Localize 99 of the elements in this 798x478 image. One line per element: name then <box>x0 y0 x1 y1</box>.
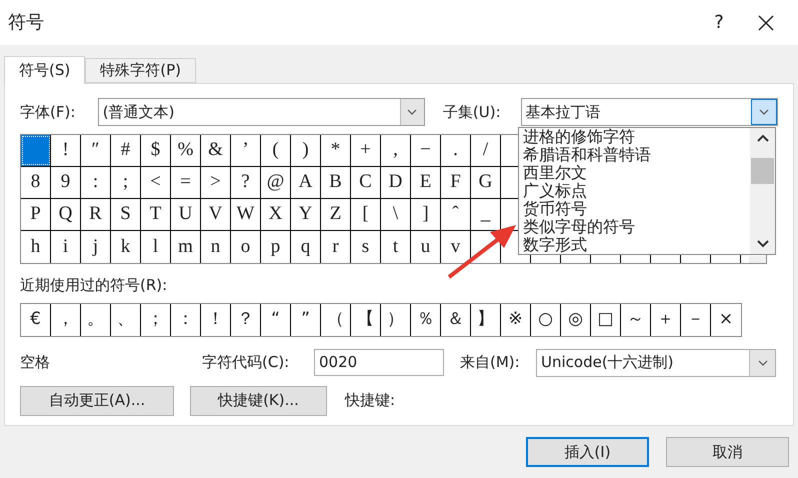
symbol-cell[interactable]: U <box>171 199 201 230</box>
symbol-cell[interactable]: ( <box>261 135 291 166</box>
symbol-cell[interactable]: Q <box>51 199 81 230</box>
symbol-cell[interactable]: W <box>231 199 261 230</box>
symbol-cell[interactable]: / <box>471 135 501 166</box>
symbol-cell[interactable]: < <box>141 167 171 198</box>
symbol-cell[interactable]: + <box>351 135 381 166</box>
symbol-cell[interactable]: % <box>171 135 201 166</box>
symbol-cell[interactable]: m <box>171 231 201 263</box>
symbol-cell[interactable]: ] <box>411 199 441 230</box>
scrollbar[interactable] <box>749 256 766 263</box>
chevron-down-icon[interactable] <box>756 240 768 248</box>
symbol-cell[interactable]: = <box>171 167 201 198</box>
symbol-cell[interactable]: P <box>21 199 51 230</box>
subset-option[interactable]: 货币符号 <box>523 200 587 218</box>
help-button[interactable]: ? <box>696 9 742 36</box>
symbol-cell[interactable]: p <box>261 231 291 263</box>
symbol-cell[interactable]: B <box>321 167 351 198</box>
tab[interactable]: 符号(S) <box>4 56 86 84</box>
symbol-cell[interactable]: ; <box>111 167 141 198</box>
symbol-cell[interactable]: [ <box>351 199 381 230</box>
symbol-cell[interactable]: E <box>411 167 441 198</box>
symbol-cell[interactable]: \ <box>381 199 411 230</box>
symbol-cell[interactable]: F <box>441 167 471 198</box>
close-icon[interactable] <box>758 14 774 30</box>
symbol-cell[interactable]: > <box>201 167 231 198</box>
symbol-cell[interactable]: k <box>111 231 141 263</box>
shortcut-label: 快捷键: <box>345 390 396 412</box>
symbol-cell[interactable]: Y <box>291 199 321 230</box>
symbol-cell[interactable]: * <box>321 135 351 166</box>
chevron-down-icon <box>407 109 418 115</box>
symbol-cell[interactable]: ’ <box>231 135 261 166</box>
font-dropdown[interactable]: (普通文本) <box>98 98 425 126</box>
tab[interactable]: 特殊字符(P) <box>85 58 196 83</box>
symbol-cell[interactable]: @ <box>261 167 291 198</box>
character-name: 空格 <box>20 352 51 374</box>
chevron-down-icon <box>758 109 769 115</box>
symbol-cell[interactable]: T <box>141 199 171 230</box>
symbol-cell[interactable]: ˆ <box>441 199 471 230</box>
scrollbar-thumb[interactable] <box>751 158 774 184</box>
dialog-button[interactable]: 取消 <box>666 437 789 467</box>
recent-symbol[interactable]: × <box>711 304 741 336</box>
shortcut-key-button[interactable]: 快捷键(K)... <box>190 386 327 416</box>
symbol-cell[interactable]: Z <box>321 199 351 230</box>
subset-option[interactable]: 希腊语和科普特语 <box>523 146 651 164</box>
symbol-cell[interactable]: & <box>201 135 231 166</box>
symbol-cell[interactable]: h <box>21 231 51 263</box>
symbol-cell[interactable]: R <box>81 199 111 230</box>
from-dropdown[interactable]: Unicode(十六进制) <box>536 348 776 376</box>
symbol-cell[interactable]: q <box>291 231 321 263</box>
font-label: 字体(F): <box>20 102 76 123</box>
symbol-cell[interactable]: : <box>81 167 111 198</box>
symbol-cell[interactable]: X <box>261 199 291 230</box>
dialog-button[interactable]: 插入(I) <box>526 437 649 467</box>
symbol-cell[interactable]: ″ <box>81 135 111 166</box>
symbol-cell[interactable]: $ <box>141 135 171 166</box>
char-code-label: 字符代码(C): <box>202 352 290 374</box>
subset-option[interactable]: 类似字母的符号 <box>523 218 635 236</box>
symbol-cell[interactable]: G <box>471 167 501 198</box>
chevron-down-icon <box>758 360 768 366</box>
subset-option[interactable]: 数字形式 <box>523 236 587 254</box>
symbol-cell[interactable]: u <box>411 231 441 263</box>
subset-label: 子集(U): <box>442 102 502 123</box>
window-title: 符号 <box>8 11 45 35</box>
subset-option[interactable]: 进格的修饰字符 <box>523 128 635 146</box>
symbol-cell[interactable]: − <box>411 135 441 166</box>
symbol-cell[interactable]: o <box>231 231 261 263</box>
symbol-cell[interactable]: ! <box>51 135 81 166</box>
symbol-cell[interactable]: 9 <box>51 167 81 198</box>
symbol-cell[interactable]: ? <box>231 167 261 198</box>
symbol-cell[interactable]: v <box>441 231 471 263</box>
char-code-field[interactable]: 0020 <box>314 349 444 376</box>
subset-option[interactable]: 西里尔文 <box>523 164 587 182</box>
recent-label: 近期使用过的符号(R): <box>20 275 168 296</box>
symbol-cell[interactable]: C <box>351 167 381 198</box>
symbol-cell[interactable]: j <box>81 231 111 263</box>
symbol-cell[interactable]: A <box>291 167 321 198</box>
symbol-cell[interactable]: V <box>201 199 231 230</box>
chevron-up-icon[interactable] <box>756 134 768 142</box>
symbol-cell[interactable]: l <box>141 231 171 263</box>
symbol-cell[interactable]: . <box>441 135 471 166</box>
symbol-cell[interactable]: r <box>321 231 351 263</box>
symbol-cell[interactable]: ) <box>291 135 321 166</box>
symbol-cell[interactable]: i <box>51 231 81 263</box>
symbol-cell[interactable]: n <box>201 231 231 263</box>
symbol-cell[interactable] <box>21 135 51 166</box>
symbol-cell[interactable]: # <box>111 135 141 166</box>
symbol-cell[interactable]: , <box>381 135 411 166</box>
symbol-cell[interactable]: 8 <box>21 167 51 198</box>
subset-option[interactable]: 广义标点 <box>523 182 587 200</box>
symbol-cell[interactable]: t <box>381 231 411 263</box>
from-label: 来自(M): <box>460 352 521 374</box>
subset-dropdown[interactable]: 基本拉丁语 <box>520 98 778 126</box>
symbol-cell[interactable]: s <box>351 231 381 263</box>
symbol-cell[interactable]: D <box>381 167 411 198</box>
symbol-cell[interactable]: S <box>111 199 141 230</box>
list-scrollbar[interactable] <box>750 128 775 254</box>
autocorrect-button[interactable]: 自动更正(A)... <box>20 386 174 416</box>
annotation-arrow <box>446 222 518 280</box>
